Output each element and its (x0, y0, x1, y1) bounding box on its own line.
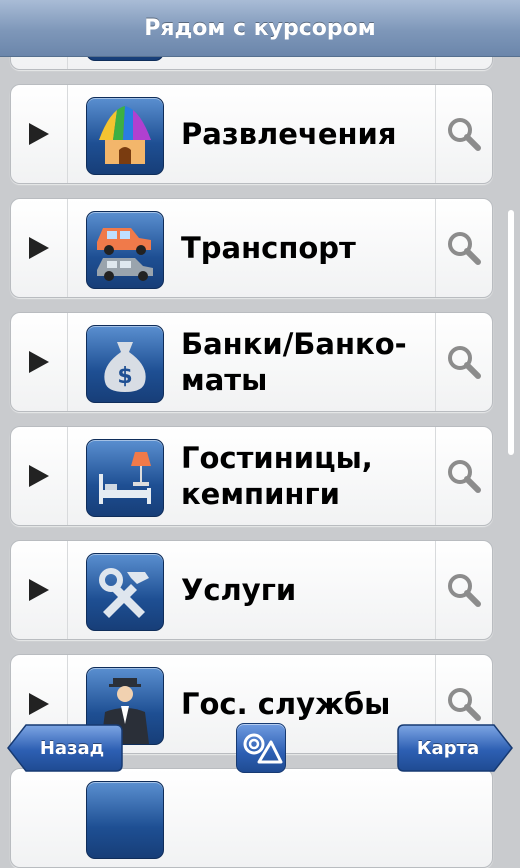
expand-arrow-icon[interactable] (11, 427, 68, 525)
back-button-label: Назад (39, 737, 105, 759)
hotel-bed-icon (86, 439, 164, 517)
search-icon[interactable] (435, 427, 492, 525)
header-title-bar: Рядом с курсором (0, 0, 520, 57)
category-label: Развлечения (181, 117, 397, 151)
cars-icon (86, 211, 164, 289)
search-icon[interactable] (435, 85, 492, 183)
scrollbar[interactable] (508, 210, 514, 455)
category-label: Транспорт (181, 231, 356, 265)
money-bag-icon: $ (86, 325, 164, 403)
navigation-icon (243, 733, 283, 764)
list-item-transport[interactable]: Транспорт (10, 198, 493, 298)
list-item-entertainment[interactable]: Развлечения (10, 84, 493, 184)
navigation-button[interactable] (236, 723, 286, 773)
back-button[interactable]: Назад (6, 723, 124, 773)
tools-icon (86, 553, 164, 631)
expand-arrow-icon[interactable] (11, 313, 68, 411)
svg-text:$: $ (117, 364, 132, 389)
expand-arrow-icon[interactable] (11, 541, 68, 639)
search-icon[interactable] (435, 199, 492, 297)
circus-tent-icon (86, 97, 164, 175)
category-label: Банки/Банко- маты (181, 327, 407, 397)
list-item-hotels[interactable]: Гостиницы, кемпинги (10, 426, 493, 526)
expand-arrow-icon[interactable] (11, 199, 68, 297)
category-label: Гостиницы, кемпинги (181, 441, 373, 511)
category-icon (86, 781, 164, 859)
search-icon[interactable] (435, 541, 492, 639)
map-button-label: Карта (416, 737, 480, 759)
expand-arrow-icon[interactable] (11, 85, 68, 183)
category-list[interactable]: Развлечения Транспорт $ Банки/Банко- мат… (0, 0, 520, 868)
list-item-services[interactable]: Услуги (10, 540, 493, 640)
map-button[interactable]: Карта (396, 723, 514, 773)
page-title: Рядом с курсором (144, 15, 376, 41)
list-item-banks[interactable]: $ Банки/Банко- маты (10, 312, 493, 412)
list-item-partial[interactable] (10, 768, 493, 868)
search-icon[interactable] (435, 313, 492, 411)
category-label: Услуги (181, 573, 297, 607)
